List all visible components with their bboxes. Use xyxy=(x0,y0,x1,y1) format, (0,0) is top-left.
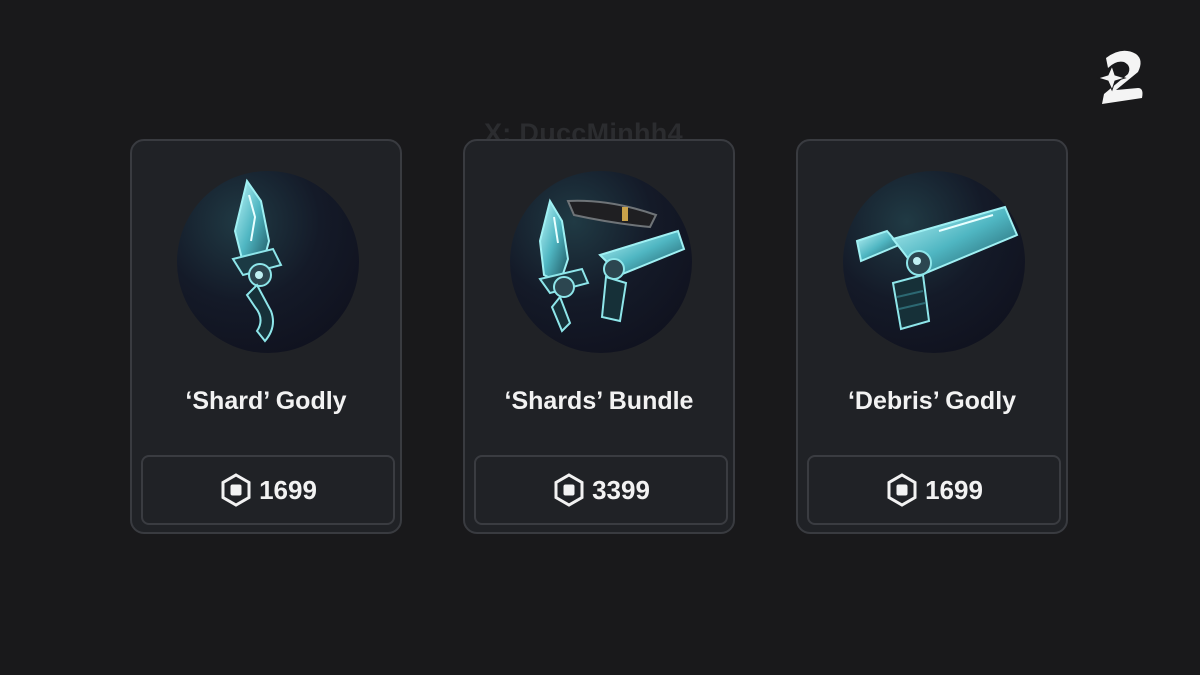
price-label: 3399 xyxy=(592,474,650,505)
price-label: 1699 xyxy=(259,474,317,505)
item-image-debris-gun xyxy=(843,171,1025,353)
buy-button[interactable]: 1699 xyxy=(807,455,1061,525)
robux-icon xyxy=(885,473,919,507)
item-card-debris[interactable]: ‘Debris’ Godly 1699 xyxy=(796,139,1068,534)
item-title: ‘Shard’ Godly xyxy=(185,387,347,415)
buy-button[interactable]: 1699 xyxy=(141,455,395,525)
item-card-shards-bundle[interactable]: ‘Shards’ Bundle 3399 xyxy=(463,139,735,534)
robux-icon xyxy=(219,473,253,507)
item-image-shard-bundle xyxy=(510,171,692,353)
price-label: 1699 xyxy=(925,474,983,505)
item-title: ‘Debris’ Godly xyxy=(847,387,1017,415)
item-image-shard-knife xyxy=(177,171,359,353)
buy-button[interactable]: 3399 xyxy=(474,455,728,525)
item-card-shard[interactable]: ‘Shard’ Godly 1699 xyxy=(130,139,402,534)
robux-icon xyxy=(552,473,586,507)
item-title: ‘Shards’ Bundle xyxy=(504,387,694,415)
brand-logo xyxy=(1094,44,1150,110)
